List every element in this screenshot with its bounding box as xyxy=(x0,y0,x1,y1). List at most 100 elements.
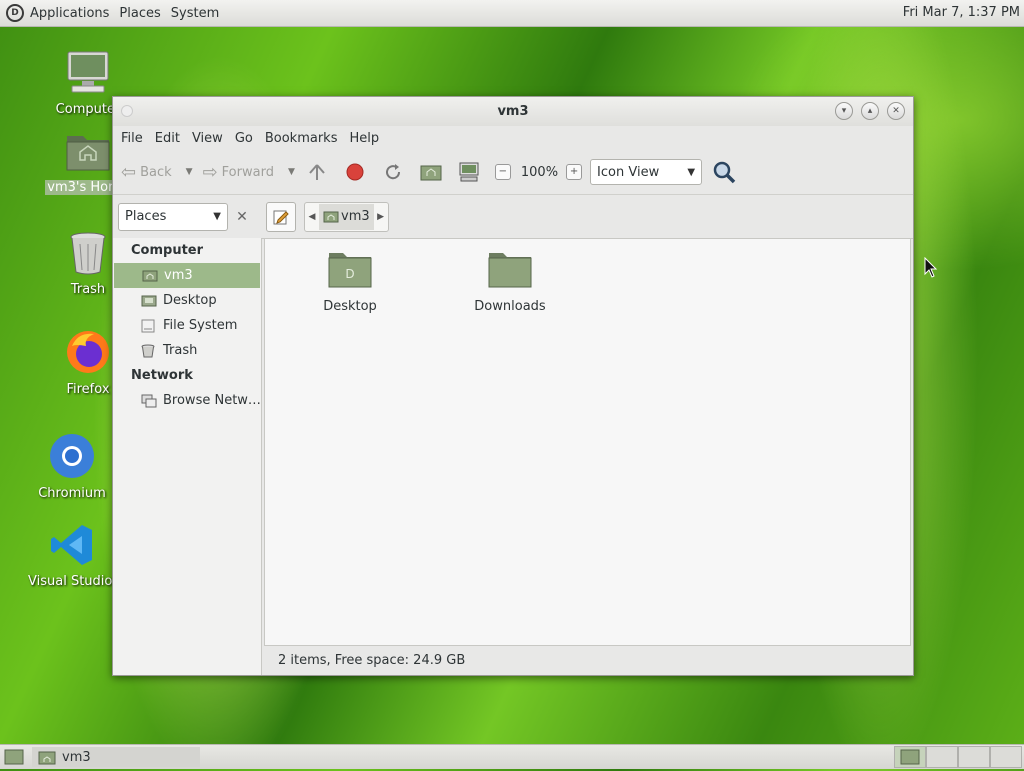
home-folder-icon xyxy=(900,749,920,765)
file-manager-window: vm3 ▾ ▴ ✕ File Edit View Go Bookmarks He… xyxy=(112,96,914,676)
file-view[interactable]: D Desktop Downloads xyxy=(264,238,911,646)
zoom-out-button[interactable]: − xyxy=(494,164,511,180)
zoom-level: 100% xyxy=(520,164,559,180)
desktop-icon-chromium[interactable]: Chromium xyxy=(26,432,118,505)
sidebar-header-computer: Computer xyxy=(131,243,204,258)
home-icon xyxy=(323,211,339,223)
sidebar-item-vm3[interactable]: vm3 xyxy=(114,263,260,288)
sidebar-item-label: vm3 xyxy=(164,268,193,283)
forward-arrow-icon: ⇨ xyxy=(202,161,218,183)
workspace-3[interactable] xyxy=(958,746,990,768)
back-arrow-icon: ⇦ xyxy=(121,161,137,183)
window-body: Computer vm3 Desktop File System Trash N… xyxy=(113,238,913,675)
side-pane-select[interactable]: Places ▼ xyxy=(118,202,228,231)
toggle-location-entry-button[interactable] xyxy=(266,201,296,232)
close-side-pane-button[interactable]: ✕ xyxy=(230,209,254,225)
desktop-folder-icon: D xyxy=(328,253,372,288)
forward-button[interactable]: ⇨ Forward ▼ xyxy=(203,162,295,183)
breadcrumb-left-arrow[interactable]: ◀ xyxy=(305,212,319,222)
sidebar-item-trash[interactable]: Trash xyxy=(113,338,261,363)
drive-icon xyxy=(141,319,155,332)
home-folder-icon xyxy=(38,751,56,764)
top-panel: D Applications Places System Fri Mar 7, … xyxy=(0,0,1024,27)
file-item-desktop[interactable]: D Desktop xyxy=(295,249,405,314)
svg-text:D: D xyxy=(345,267,354,281)
computer-icon xyxy=(459,162,479,182)
sidebar-header-network: Network xyxy=(131,368,193,383)
breadcrumb-item-vm3[interactable]: vm3 xyxy=(319,203,374,230)
home-folder-icon xyxy=(66,136,110,171)
places-sidebar: Computer vm3 Desktop File System Trash N… xyxy=(113,238,262,675)
workspace-1[interactable] xyxy=(894,746,926,768)
trash-icon xyxy=(70,232,106,275)
sidebar-item-file-system[interactable]: File System xyxy=(113,313,261,338)
view-mode-select[interactable]: Icon View ▼ xyxy=(590,159,703,185)
file-label: Downloads xyxy=(474,299,546,314)
menu-bookmarks[interactable]: Bookmarks xyxy=(259,128,344,149)
maximize-button[interactable]: ▴ xyxy=(861,102,879,120)
toolbar: ⇦ Back ▼ ⇨ Forward ▼ − 100% + Icon View … xyxy=(113,150,913,195)
stop-icon xyxy=(346,163,364,181)
system-menu[interactable]: System xyxy=(171,6,219,21)
view-mode-value: Icon View xyxy=(597,164,660,180)
up-button[interactable] xyxy=(305,160,329,184)
forward-label: Forward xyxy=(221,164,274,180)
menu-help[interactable]: Help xyxy=(343,128,385,149)
computer-button[interactable] xyxy=(457,160,481,184)
show-desktop-button[interactable] xyxy=(4,748,24,770)
panel-menu: D Applications Places System xyxy=(6,4,219,22)
applications-menu[interactable]: Applications xyxy=(30,6,109,21)
back-history-dropdown[interactable]: ▼ xyxy=(186,167,193,177)
status-bar: 2 items, Free space: 24.9 GB xyxy=(264,646,911,675)
taskbar-item-vm3[interactable]: vm3 xyxy=(32,747,200,767)
search-button[interactable] xyxy=(712,160,736,184)
back-label: Back xyxy=(140,164,172,180)
sidebar-item-browse-network[interactable]: Browse Netw… xyxy=(113,388,261,413)
menubar: File Edit View Go Bookmarks Help xyxy=(113,126,913,150)
stop-button[interactable] xyxy=(343,160,367,184)
menu-go[interactable]: Go xyxy=(229,128,259,149)
computer-icon xyxy=(67,51,109,93)
mouse-pointer-icon xyxy=(924,257,938,278)
back-button[interactable]: ⇦ Back ▼ xyxy=(121,162,193,183)
sidebar-item-label: Trash xyxy=(163,343,198,358)
menu-edit[interactable]: Edit xyxy=(149,128,186,149)
breadcrumb-right-arrow[interactable]: ▶ xyxy=(374,212,388,222)
folder-icon xyxy=(488,253,532,288)
taskbar-item-label: vm3 xyxy=(62,749,91,765)
breadcrumb-label: vm3 xyxy=(341,209,370,224)
minimize-button[interactable]: ▾ xyxy=(835,102,853,120)
mate-logo-icon[interactable]: D xyxy=(6,4,24,22)
desktop-icon-label: Trash xyxy=(70,282,106,297)
workspace-4[interactable] xyxy=(990,746,1022,768)
reload-button[interactable] xyxy=(381,160,405,184)
desktop-icon-vscode[interactable]: Visual Studio Code xyxy=(26,522,122,593)
places-menu[interactable]: Places xyxy=(119,6,160,21)
sidebar-item-label: Desktop xyxy=(163,293,217,308)
home-button[interactable] xyxy=(419,160,443,184)
forward-history-dropdown[interactable]: ▼ xyxy=(288,167,295,177)
close-button[interactable]: ✕ xyxy=(887,102,905,120)
desktop-icon-label: Chromium xyxy=(38,486,106,501)
panel-clock[interactable]: Fri Mar 7, 1:37 PM xyxy=(903,5,1020,20)
window-title: vm3 xyxy=(497,104,529,119)
search-icon xyxy=(713,161,736,184)
menu-view[interactable]: View xyxy=(186,128,229,149)
location-bar: Places ▼ ✕ ◀ vm3 ▶ xyxy=(113,195,913,239)
window-menu-icon[interactable] xyxy=(121,105,133,117)
trash-icon xyxy=(141,344,155,357)
bottom-panel: vm3 xyxy=(0,744,1024,769)
breadcrumb: ◀ vm3 ▶ xyxy=(304,201,389,232)
chevron-down-icon: ▼ xyxy=(213,211,221,222)
menu-file[interactable]: File xyxy=(115,128,149,149)
home-icon xyxy=(142,270,158,282)
desktop-icon-label: Firefox xyxy=(66,382,110,397)
sidebar-item-desktop[interactable]: Desktop xyxy=(113,288,261,313)
workspace-2[interactable] xyxy=(926,746,958,768)
file-item-downloads[interactable]: Downloads xyxy=(455,249,565,314)
zoom-in-button[interactable]: + xyxy=(566,164,583,180)
show-desktop-icon xyxy=(4,749,24,765)
side-pane-value: Places xyxy=(125,209,167,224)
desktop-icon xyxy=(141,295,157,307)
window-titlebar[interactable]: vm3 ▾ ▴ ✕ xyxy=(113,97,913,126)
